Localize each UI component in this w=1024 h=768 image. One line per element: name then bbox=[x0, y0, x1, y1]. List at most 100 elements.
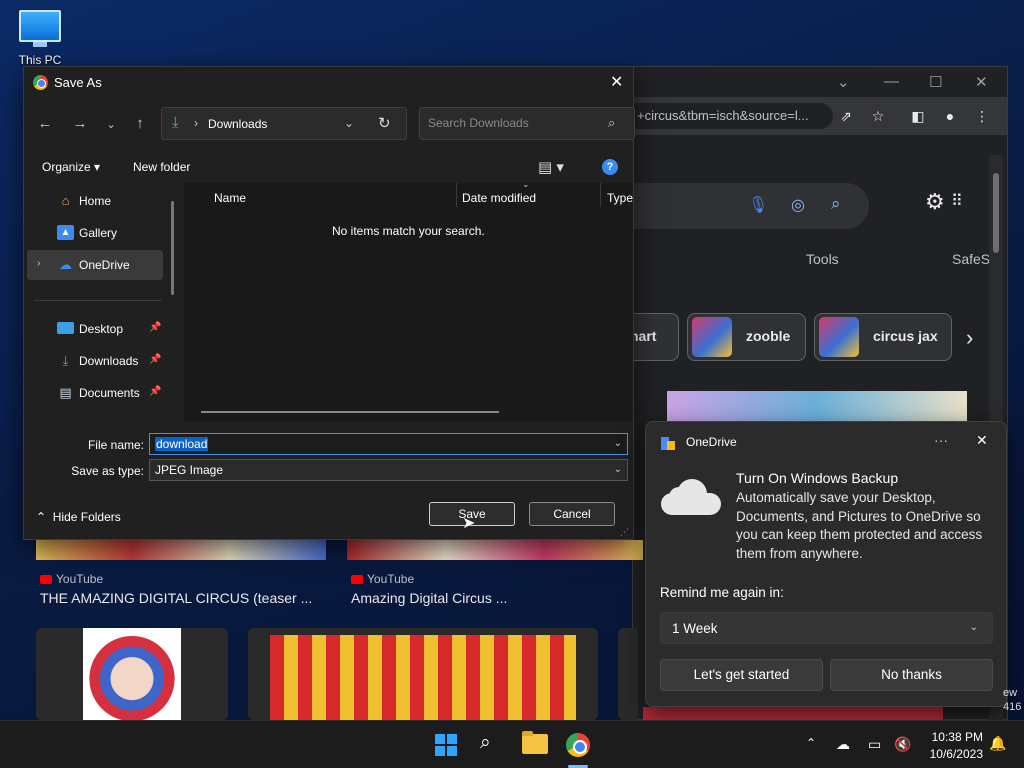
safesearch-tab[interactable]: SafeS bbox=[952, 251, 990, 267]
file-name-field[interactable]: download ⌄ bbox=[149, 433, 628, 455]
save-as-dialog: Save As ✕ ← → ⌄ ↑ ⤓ › Downloads ⌄ ↻ ⌕ Or… bbox=[23, 66, 635, 540]
popup-close-button[interactable]: ✕ bbox=[976, 432, 988, 449]
organize-menu[interactable]: Organize ▾ bbox=[42, 160, 100, 174]
resize-grip-icon[interactable]: ⋰ bbox=[620, 527, 629, 538]
hide-folders-toggle[interactable]: ⌃ Hide Folders bbox=[36, 510, 121, 524]
volume-muted-icon[interactable]: 🔇 bbox=[894, 736, 911, 753]
notification-bell-icon[interactable]: 🔔 bbox=[989, 735, 1006, 752]
tools-tab[interactable]: Tools bbox=[806, 251, 839, 267]
search-downloads-box[interactable]: ⌕ bbox=[419, 107, 635, 140]
chevron-down-icon[interactable]: ⌄ bbox=[614, 438, 622, 449]
window-close-button[interactable]: ✕ bbox=[975, 73, 988, 91]
gallery-icon: ▲ bbox=[57, 225, 74, 240]
nav-item-gallery[interactable]: ▲ Gallery bbox=[27, 218, 163, 248]
search-icon[interactable]: ⌕ bbox=[608, 115, 615, 131]
chip-zooble[interactable]: zooble bbox=[687, 313, 806, 361]
cancel-button[interactable]: Cancel bbox=[529, 502, 615, 526]
refresh-icon[interactable]: ↻ bbox=[378, 114, 391, 132]
apps-grid-icon[interactable]: ⠿ bbox=[951, 191, 963, 211]
onedrive-cloud-icon: ☁ bbox=[59, 257, 72, 272]
file-explorer-icon[interactable] bbox=[522, 731, 548, 754]
more-options-icon[interactable]: ··· bbox=[934, 432, 948, 448]
expand-chevron-icon[interactable]: › bbox=[37, 258, 40, 269]
clock-date[interactable]: 10/6/2023 bbox=[923, 747, 983, 761]
chevron-up-icon: ⌃ bbox=[36, 510, 47, 524]
pin-icon[interactable]: 📌 bbox=[149, 322, 161, 333]
voice-search-icon[interactable]: 🎙 bbox=[748, 195, 768, 215]
chip-thumbnail bbox=[819, 317, 859, 357]
remind-interval-select[interactable]: 1 Week ⌄ bbox=[660, 612, 993, 644]
pin-icon[interactable]: 📌 bbox=[149, 386, 161, 397]
chrome-menu-icon[interactable]: ⋮ bbox=[973, 107, 991, 125]
this-pc-desktop-icon[interactable]: This PC bbox=[14, 10, 66, 67]
lens-icon[interactable]: ◎ bbox=[791, 195, 805, 215]
sort-indicator-icon: ⌄ bbox=[522, 179, 530, 189]
omnibox-url: +circus&tbm=isch&source=l... bbox=[637, 108, 809, 123]
chevron-down-icon[interactable]: ⌄ bbox=[614, 464, 622, 475]
address-path[interactable]: Downloads bbox=[208, 117, 267, 131]
lets-get-started-button[interactable]: Let's get started bbox=[660, 659, 823, 691]
clock-time[interactable]: 10:38 PM bbox=[927, 730, 983, 744]
tab-search-chevron-icon[interactable]: ⌄ bbox=[837, 73, 850, 91]
settings-gear-icon[interactable]: ⚙ bbox=[925, 189, 945, 215]
result-image[interactable] bbox=[347, 540, 643, 560]
address-dropdown-icon[interactable]: ⌄ bbox=[344, 116, 354, 130]
network-icon[interactable]: ▭ bbox=[868, 736, 881, 753]
file-list[interactable]: Name ⌄ Date modified Type No items match… bbox=[184, 179, 633, 421]
result-image[interactable] bbox=[667, 391, 967, 421]
share-icon[interactable]: ⇗ bbox=[837, 107, 855, 125]
save-as-type-select[interactable]: JPEG Image ⌄ bbox=[149, 459, 628, 481]
chip-nart[interactable]: nart bbox=[629, 313, 679, 361]
result-image[interactable] bbox=[643, 707, 943, 721]
new-folder-button[interactable]: New folder bbox=[133, 160, 190, 174]
onedrive-tray-icon[interactable]: ☁ bbox=[836, 736, 850, 753]
breadcrumb-chevron-icon[interactable]: › bbox=[194, 116, 198, 130]
nav-item-onedrive[interactable]: › ☁ OneDrive bbox=[27, 250, 163, 280]
view-options-icon[interactable]: ▤ ▾ bbox=[538, 158, 564, 176]
result-title[interactable]: Amazing Digital Circus ... bbox=[351, 590, 507, 606]
bookmark-star-icon[interactable]: ☆ bbox=[869, 107, 887, 125]
up-arrow-icon[interactable]: ↑ bbox=[129, 115, 151, 132]
side-panel-icon[interactable]: ◧ bbox=[909, 107, 927, 125]
column-header-name[interactable]: Name bbox=[214, 191, 246, 205]
result-card[interactable] bbox=[248, 628, 598, 720]
dialog-title: Save As bbox=[54, 75, 102, 90]
omnibox[interactable]: +circus&tbm=isch&source=l... bbox=[633, 103, 833, 129]
result-card[interactable] bbox=[618, 628, 638, 720]
dialog-close-button[interactable]: ✕ bbox=[610, 72, 623, 92]
address-bar[interactable]: ⤓ › Downloads ⌄ ↻ bbox=[161, 107, 407, 140]
no-thanks-button[interactable]: No thanks bbox=[830, 659, 993, 691]
home-icon: ⌂ bbox=[61, 193, 70, 208]
chips-next-arrow-icon[interactable]: › bbox=[966, 325, 973, 351]
column-header-type[interactable]: Type bbox=[607, 191, 633, 205]
pin-icon[interactable]: 📌 bbox=[149, 354, 161, 365]
horizontal-scrollbar[interactable] bbox=[201, 411, 499, 413]
show-hidden-icons-icon[interactable]: ⌃ bbox=[806, 736, 816, 750]
nav-scrollbar[interactable] bbox=[171, 201, 174, 295]
recent-locations-chevron-icon[interactable]: ⌄ bbox=[100, 118, 122, 131]
maximize-button[interactable]: ☐ bbox=[929, 73, 942, 91]
nav-item-home[interactable]: ⌂ Home bbox=[27, 186, 163, 216]
nav-item-documents[interactable]: ▤ Documents 📌 bbox=[27, 378, 163, 408]
start-button[interactable] bbox=[435, 734, 458, 757]
chrome-taskbar-icon[interactable] bbox=[566, 733, 590, 757]
profile-icon[interactable]: ● bbox=[941, 107, 959, 125]
file-name-value[interactable]: download bbox=[155, 437, 209, 451]
result-image bbox=[83, 628, 181, 720]
back-arrow-icon[interactable]: ← bbox=[34, 115, 56, 132]
search-input[interactable] bbox=[428, 116, 598, 130]
minimize-button[interactable]: — bbox=[884, 73, 899, 90]
nav-item-desktop[interactable]: Desktop 📌 bbox=[27, 314, 163, 344]
result-card[interactable] bbox=[36, 628, 228, 720]
chip-circus-jax[interactable]: circus jax bbox=[814, 313, 952, 361]
result-title[interactable]: THE AMAZING DIGITAL CIRCUS (teaser ... bbox=[40, 590, 312, 606]
monitor-icon bbox=[19, 10, 61, 42]
google-search-box[interactable]: 🎙 ◎ ⌕ bbox=[633, 183, 869, 229]
column-header-date-modified[interactable]: Date modified bbox=[462, 191, 536, 205]
help-icon[interactable]: ? bbox=[602, 159, 618, 175]
search-icon[interactable]: ⌕ bbox=[831, 194, 841, 214]
forward-arrow-icon[interactable]: → bbox=[69, 115, 91, 132]
taskbar-search-icon[interactable]: ⌕ bbox=[480, 732, 491, 754]
nav-item-downloads[interactable]: ⤓ Downloads 📌 bbox=[27, 346, 163, 376]
result-image[interactable] bbox=[36, 540, 326, 560]
